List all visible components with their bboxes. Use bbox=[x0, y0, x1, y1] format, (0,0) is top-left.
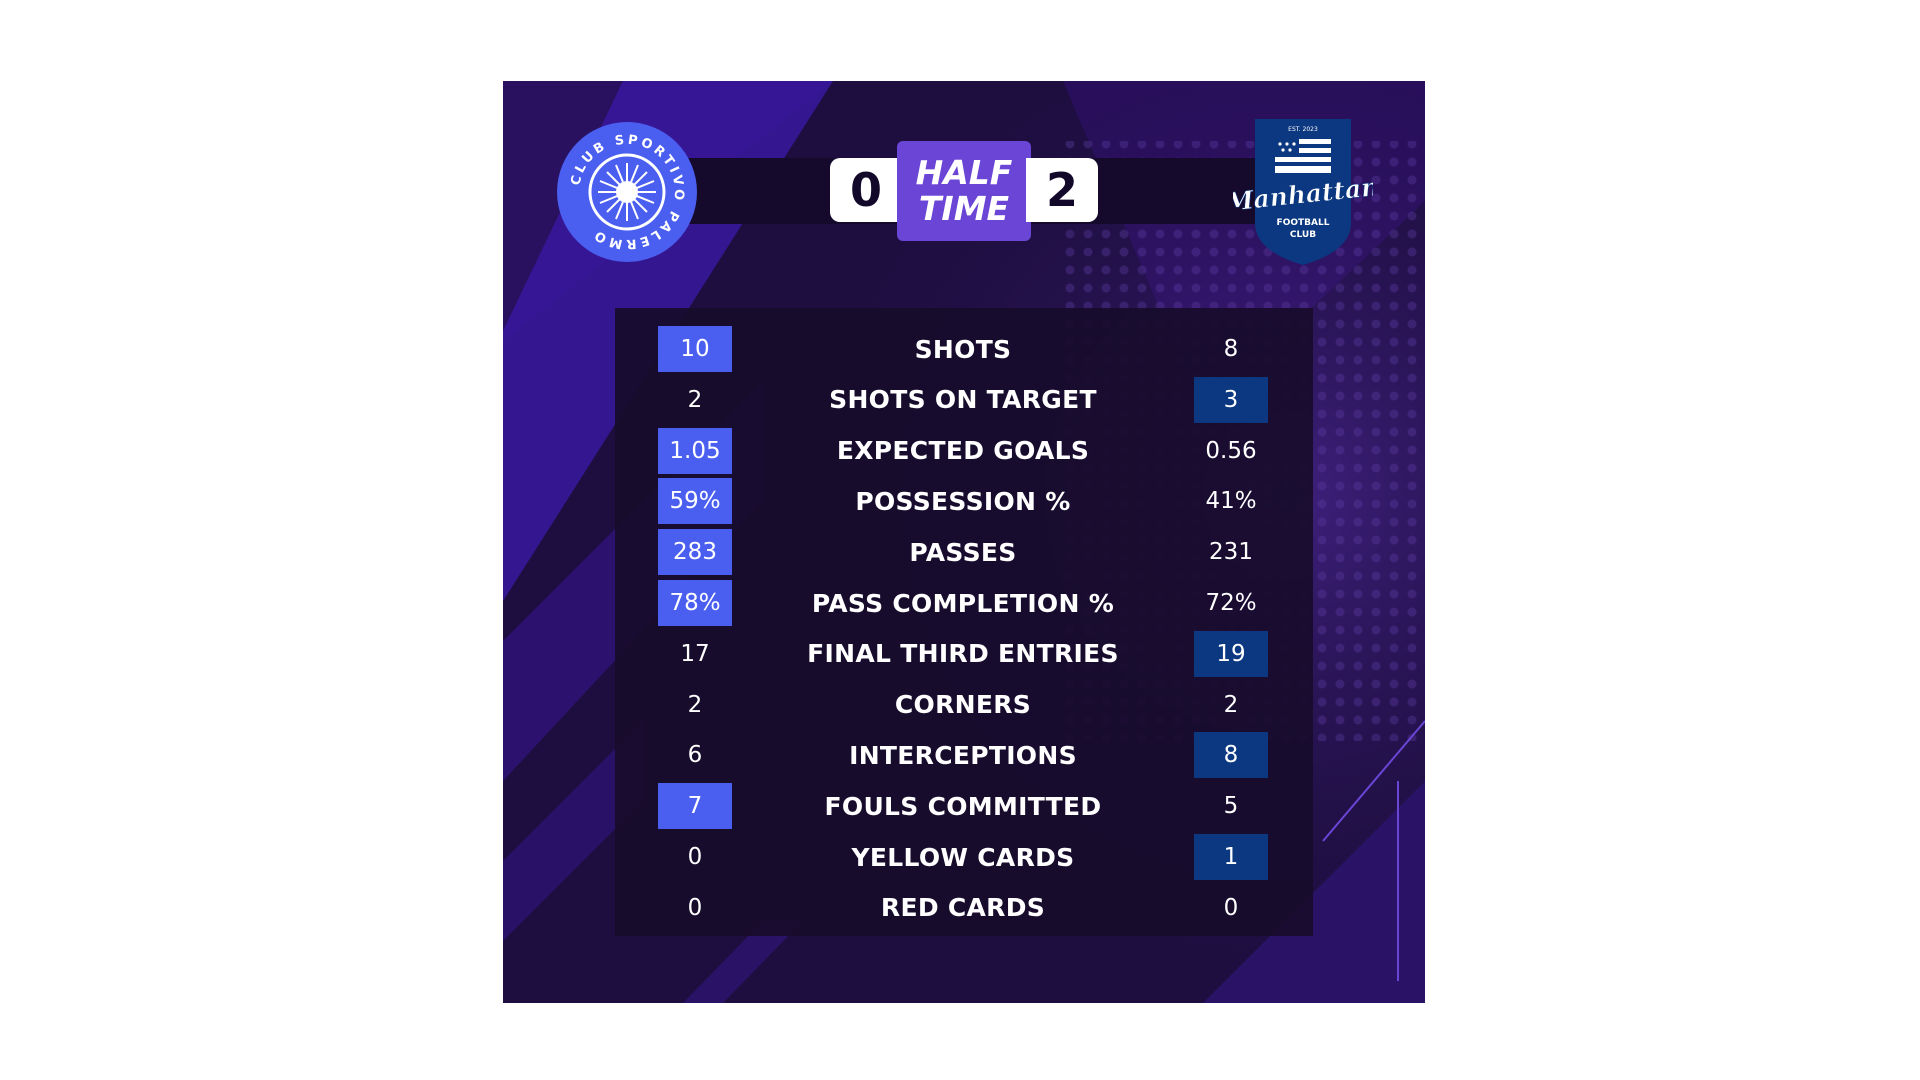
home-team-crest: CLUB SPORTIVO PALERMO bbox=[557, 122, 697, 262]
away-team-crest: EST. 2023 Manhattan FOOTBALL CLUB bbox=[1233, 119, 1373, 265]
stat-label: POSSESSION % bbox=[855, 486, 1071, 516]
stat-label: EXPECTED GOALS bbox=[836, 436, 1090, 466]
home-stat-value: 1.05 bbox=[658, 427, 732, 474]
away-stat-value: 8 bbox=[1194, 732, 1268, 779]
away-stat-value: 72% bbox=[1205, 590, 1257, 616]
home-stat-value: 2 bbox=[687, 386, 703, 413]
away-stat-value: 0.56 bbox=[1205, 437, 1257, 464]
away-stat-value: 41% bbox=[1205, 488, 1257, 515]
stat-row: 2 SHOTS ON TARGET 3 bbox=[615, 376, 1313, 423]
stat-row: 2 CORNERS 2 bbox=[615, 682, 1313, 728]
away-stat-value: 0 bbox=[1223, 894, 1239, 921]
away-stat-value: 5 bbox=[1223, 793, 1239, 820]
stat-label: FINAL THIRD ENTRIES bbox=[807, 639, 1119, 669]
stat-label: SHOTS ON TARGET bbox=[829, 385, 1097, 415]
stat-row: 1.05 EXPECTED GOALS 0.56 bbox=[615, 427, 1313, 474]
match-stats-card: CLUB SPORTIVO PALERMO 0 HALF TIME 2 EST.… bbox=[503, 81, 1425, 1003]
stat-label: PASS COMPLETION % bbox=[811, 588, 1115, 618]
away-crest-sub2: CLUB bbox=[1290, 230, 1316, 240]
home-stat-value: 7 bbox=[658, 783, 732, 830]
home-score: 0 bbox=[830, 158, 902, 222]
stat-label: CORNERS bbox=[894, 690, 1032, 720]
away-stat-value: 3 bbox=[1194, 376, 1268, 423]
home-stat-value: 10 bbox=[658, 326, 732, 372]
stat-row: 78% PASS COMPLETION % 72% bbox=[615, 580, 1313, 626]
home-stat-value: 0 bbox=[687, 894, 703, 921]
home-stat-value: 6 bbox=[687, 742, 703, 769]
away-score: 2 bbox=[1026, 158, 1098, 222]
stat-label: YELLOW CARDS bbox=[851, 842, 1075, 872]
away-stat-value: 2 bbox=[1223, 691, 1239, 718]
stat-row: 17 FINAL THIRD ENTRIES 19 bbox=[615, 630, 1313, 677]
stat-row: 10 SHOTS 8 bbox=[615, 326, 1313, 372]
stats-table: 10 SHOTS 8 2 SHOTS ON TARGET 3 1.05 EXPECTED GO… bbox=[615, 308, 1313, 936]
stat-row: 59% POSSESSION % 41% bbox=[615, 478, 1313, 525]
home-stat-value: 2 bbox=[687, 691, 703, 718]
home-stat-value: 59% bbox=[658, 478, 732, 525]
stat-row: 283 PASSES 231 bbox=[615, 529, 1313, 576]
flag-icon bbox=[1275, 139, 1331, 173]
away-stat-value: 1 bbox=[1194, 834, 1268, 880]
stat-label: INTERCEPTIONS bbox=[849, 740, 1077, 770]
stat-label: RED CARDS bbox=[880, 893, 1046, 923]
match-status-line2: TIME bbox=[918, 189, 1010, 228]
away-crest-sub1: FOOTBALL bbox=[1277, 218, 1330, 228]
away-stat-value: 19 bbox=[1194, 630, 1268, 677]
away-stat-value: 231 bbox=[1209, 539, 1253, 566]
stat-label: SHOTS bbox=[914, 334, 1012, 364]
stat-row: 6 INTERCEPTIONS 8 bbox=[615, 732, 1313, 779]
home-stat-value: 78% bbox=[658, 580, 732, 626]
stat-row: 7 FOULS COMMITTED 5 bbox=[615, 783, 1313, 830]
away-crest-est: EST. 2023 bbox=[1288, 126, 1318, 133]
stat-row: 0 RED CARDS 0 bbox=[615, 885, 1313, 931]
match-status-line1: HALF bbox=[915, 153, 1013, 192]
away-stat-value: 8 bbox=[1223, 336, 1239, 362]
stat-label: PASSES bbox=[909, 537, 1017, 567]
home-stat-value: 283 bbox=[658, 529, 732, 576]
match-status: HALF TIME bbox=[897, 141, 1031, 241]
stat-row: 0 YELLOW CARDS 1 bbox=[615, 834, 1313, 880]
home-stat-value: 0 bbox=[687, 844, 703, 870]
stat-label: FOULS COMMITTED bbox=[824, 791, 1102, 821]
scoreboard: 0 HALF TIME 2 bbox=[830, 141, 1098, 241]
home-stat-value: 17 bbox=[680, 640, 710, 667]
